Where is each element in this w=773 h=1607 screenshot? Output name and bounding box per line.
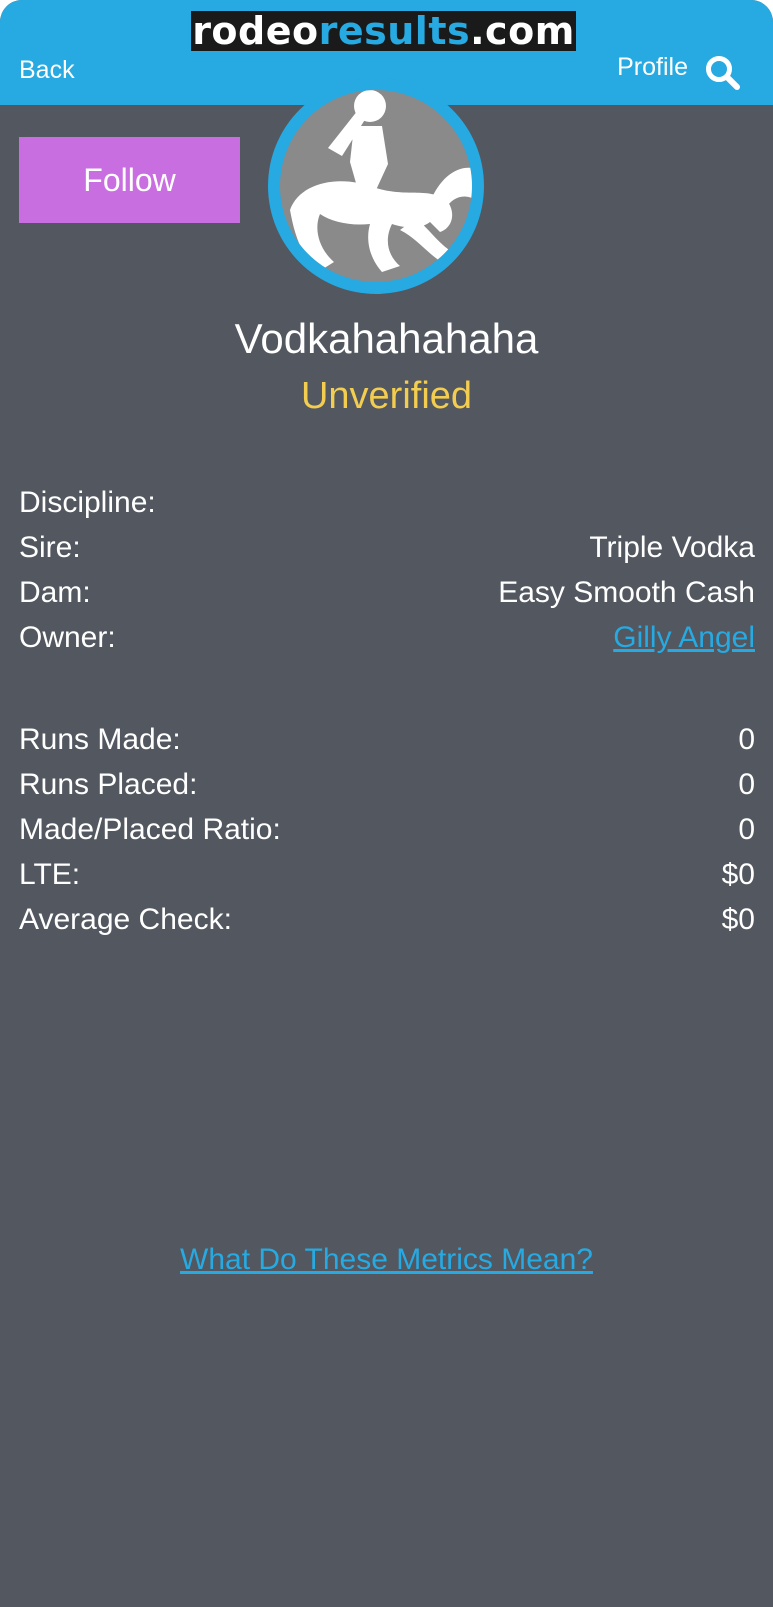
avatar (268, 78, 484, 294)
stat-value: 0 (738, 768, 755, 801)
stat-value: 0 (738, 813, 755, 846)
stat-value: $0 (721, 903, 755, 936)
bronc-rider-icon (290, 90, 472, 272)
detail-label: Dam: (19, 576, 91, 609)
logo-text-rodeo: rodeo (192, 9, 319, 53)
stat-label: LTE: (19, 858, 81, 891)
detail-row-dam: Dam: Easy Smooth Cash (19, 573, 755, 613)
stat-row-runs-placed: Runs Placed: 0 (19, 765, 755, 805)
search-icon[interactable] (703, 53, 741, 91)
stat-row-lte: LTE: $0 (19, 855, 755, 895)
verification-status: Unverified (300, 375, 473, 417)
back-button[interactable]: Back (19, 55, 75, 85)
profile-link[interactable]: Profile (617, 52, 688, 82)
stat-row-average-check: Average Check: $0 (19, 900, 755, 940)
detail-label: Discipline: (19, 486, 156, 519)
detail-row-discipline: Discipline: (19, 483, 755, 523)
detail-value: Easy Smooth Cash (498, 576, 755, 609)
detail-row-owner: Owner: Gilly Angel (19, 618, 755, 658)
detail-label: Sire: (19, 531, 81, 564)
horse-name: Vodkahahahaha (234, 315, 539, 362)
detail-value: Triple Vodka (589, 531, 755, 564)
logo-text-com: .com (470, 9, 575, 53)
stat-value: 0 (738, 723, 755, 756)
avatar-image (280, 90, 472, 282)
follow-button[interactable]: Follow (19, 137, 240, 223)
metrics-help-link[interactable]: What Do These Metrics Mean? (0, 1240, 773, 1280)
owner-link[interactable]: Gilly Angel (613, 618, 755, 658)
detail-label: Owner: (19, 621, 116, 654)
stat-label: Runs Made: (19, 723, 181, 756)
stat-value: $0 (721, 858, 755, 891)
stat-row-runs-made: Runs Made: 0 (19, 720, 755, 760)
stat-row-made-placed-ratio: Made/Placed Ratio: 0 (19, 810, 755, 850)
detail-row-sire: Sire: Triple Vodka (19, 528, 755, 568)
stat-label: Average Check: (19, 903, 232, 936)
logo-text-results: results (318, 9, 471, 53)
stat-label: Runs Placed: (19, 768, 198, 801)
site-logo[interactable]: rodeoresults.com (191, 11, 576, 51)
stat-label: Made/Placed Ratio: (19, 813, 281, 846)
profile-screen: rodeoresults.com Back Profile Follow Vod… (0, 0, 773, 1607)
